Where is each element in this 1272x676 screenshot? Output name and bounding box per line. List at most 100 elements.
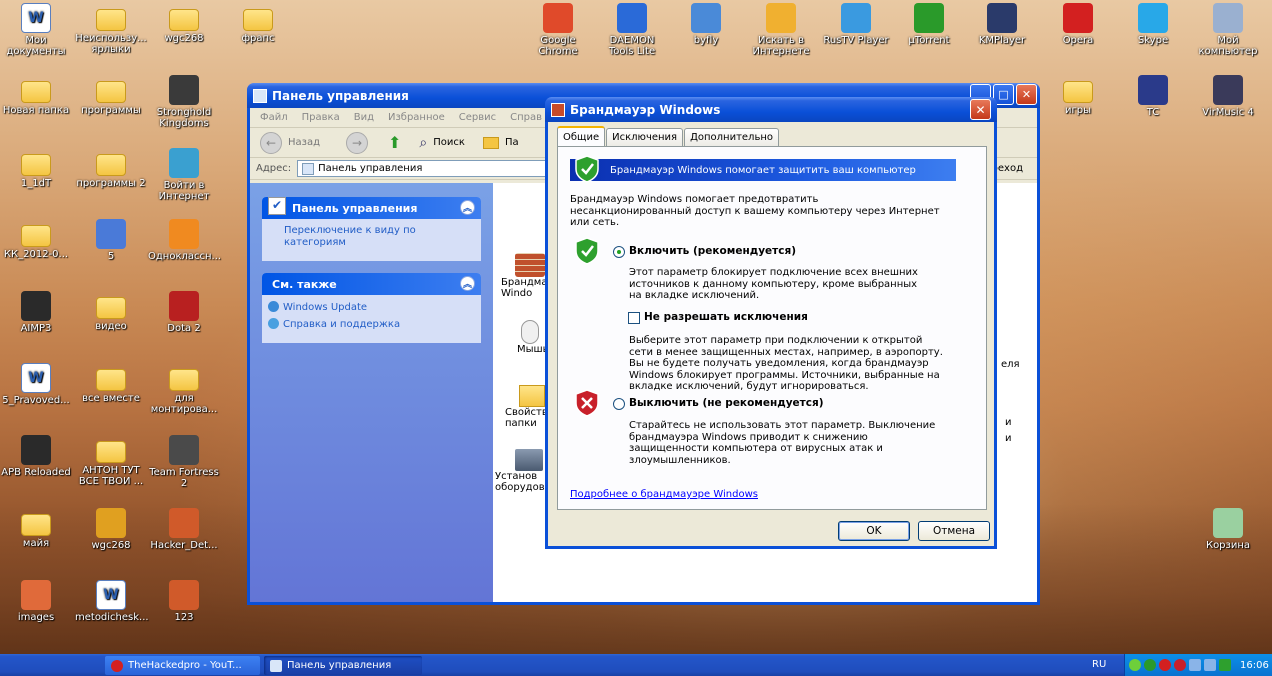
- menu-help[interactable]: Справ: [510, 112, 542, 123]
- desktop-icon[interactable]: видео: [75, 291, 147, 332]
- desktop-icon[interactable]: 1_1dT: [0, 148, 72, 189]
- no-exceptions-checkbox[interactable]: [628, 312, 640, 324]
- desktop-icon[interactable]: APB Reloaded: [0, 435, 72, 478]
- desktop-icon[interactable]: KMPlayer: [966, 3, 1038, 46]
- menu-favorites[interactable]: Избранное: [388, 112, 445, 123]
- cp-item-fragment[interactable]: еля: [1001, 359, 1020, 370]
- desktop-icon[interactable]: TC: [1117, 75, 1189, 118]
- security-tray-icon[interactable]: [1219, 659, 1231, 671]
- cp-item-fragment[interactable]: и: [1005, 433, 1012, 444]
- back-label[interactable]: Назад: [288, 137, 320, 148]
- desktop-icon[interactable]: игры: [1042, 75, 1114, 116]
- forward-arrow-icon[interactable]: →: [346, 131, 369, 154]
- desktop-icon[interactable]: все вместе: [75, 363, 147, 404]
- desktop-icon[interactable]: Новая папка: [0, 75, 72, 116]
- desktop-icon[interactable]: wgc268: [148, 3, 220, 44]
- menu-file[interactable]: Файл: [260, 112, 288, 123]
- language-indicator[interactable]: RU: [1092, 659, 1106, 670]
- opera-tray-icon[interactable]: [1159, 659, 1171, 671]
- desktop-icon[interactable]: Google Chrome: [522, 3, 594, 57]
- desktop-icon[interactable]: VirMusic 4: [1192, 75, 1264, 118]
- switch-view-link[interactable]: Переключение к виду по категориям: [284, 225, 471, 249]
- desktop-icon[interactable]: программы: [75, 75, 147, 116]
- ok-button[interactable]: OK: [838, 521, 910, 541]
- desktop-icon[interactable]: 123: [148, 580, 220, 623]
- close-button[interactable]: ✕: [1016, 84, 1037, 105]
- desktop-icon-label: Dota 2: [167, 323, 201, 334]
- desktop-icon[interactable]: Skype: [1117, 3, 1189, 46]
- radio-on-label[interactable]: Включить (рекомендуется): [629, 245, 796, 257]
- desktop-icon[interactable]: µTorrent: [893, 3, 965, 46]
- control-panel-icon: [270, 659, 282, 672]
- see-also-header[interactable]: См. также ︽: [262, 273, 481, 295]
- desktop-icon-label: программы: [81, 105, 141, 116]
- radio-on[interactable]: [613, 246, 625, 258]
- cp-item-add-hardware[interactable]: Установ оборудова: [495, 449, 551, 493]
- record-tray-icon[interactable]: [1174, 659, 1186, 671]
- desktop-icon[interactable]: Wmetodichesk...: [75, 580, 149, 623]
- desktop-icon[interactable]: Корзина: [1192, 508, 1264, 551]
- desktop-icon[interactable]: Неиспользу... ярлыки: [75, 3, 147, 55]
- desktop-icon[interactable]: Искать в Интернете: [745, 3, 817, 57]
- desktop-icon[interactable]: АНТОН ТУТ ВСЕ ТВОИ ...: [75, 435, 147, 487]
- network-tray-icon[interactable]: [1189, 659, 1201, 671]
- desktop-icon[interactable]: для монтирова...: [148, 363, 220, 415]
- desktop-icon[interactable]: Мой компьютер: [1192, 3, 1264, 57]
- folders-icon[interactable]: [482, 136, 499, 149]
- cp-item-fragment[interactable]: и: [1005, 417, 1012, 428]
- clock[interactable]: 16:06: [1240, 660, 1269, 671]
- cp-item-folder-options[interactable]: Свойства папки: [505, 385, 554, 429]
- desktop-icon[interactable]: wgc268: [75, 508, 147, 551]
- help-support-link[interactable]: Справка и поддержка: [268, 318, 471, 331]
- tab-general[interactable]: Общие: [557, 126, 606, 146]
- dialog-close-button[interactable]: ✕: [970, 99, 991, 120]
- desktop-icon[interactable]: фрапс: [222, 3, 294, 44]
- desktop-icon[interactable]: images: [0, 580, 72, 623]
- menu-view[interactable]: Вид: [354, 112, 374, 123]
- collapse-chevron-icon[interactable]: ︽: [460, 200, 475, 215]
- menu-tools[interactable]: Сервис: [459, 112, 496, 123]
- desktop-icon[interactable]: Hacker_Det...: [148, 508, 220, 551]
- desktop-icon[interactable]: Opera: [1042, 3, 1114, 46]
- desktop-icon[interactable]: КК_2012-0...: [0, 219, 72, 260]
- side-box-header[interactable]: ✔ Панель управления ︽: [262, 197, 481, 219]
- desktop-icon[interactable]: Stronghold Kingdoms: [148, 75, 220, 129]
- folders-label[interactable]: Па: [505, 137, 519, 148]
- desktop-icon-label: программы 2: [76, 178, 146, 189]
- tab-exceptions[interactable]: Исключения: [606, 128, 684, 146]
- skype-tray-icon[interactable]: [1129, 659, 1141, 671]
- desktop-icon[interactable]: майя: [0, 508, 72, 549]
- up-folder-icon[interactable]: ⬆: [388, 133, 401, 152]
- desktop-icon[interactable]: AIMP3: [0, 291, 72, 334]
- utorrent-tray-icon[interactable]: [1144, 659, 1156, 671]
- cancel-button[interactable]: Отмена: [918, 521, 990, 541]
- menu-edit[interactable]: Правка: [302, 112, 340, 123]
- tab-advanced[interactable]: Дополнительно: [684, 128, 779, 146]
- back-arrow-icon[interactable]: ←: [260, 131, 282, 154]
- radio-off[interactable]: [613, 398, 625, 410]
- desktop-icon[interactable]: W Мои документы: [0, 3, 72, 57]
- search-label[interactable]: Поиск: [433, 137, 465, 148]
- desktop-icon[interactable]: 5: [75, 219, 147, 262]
- desktop-icon[interactable]: RusTV Player: [820, 3, 892, 46]
- folder-icon: [96, 441, 126, 463]
- cp-item-firewall[interactable]: Брандма Windo: [501, 253, 547, 299]
- no-exceptions-label[interactable]: Не разрешать исключения: [644, 311, 808, 323]
- task-control-panel[interactable]: Панель управления: [264, 656, 422, 675]
- windows-update-link[interactable]: Windows Update: [268, 301, 471, 314]
- firewall-titlebar[interactable]: Брандмауэр Windows: [545, 97, 997, 122]
- desktop-icon[interactable]: программы 2: [75, 148, 147, 189]
- task-browser[interactable]: TheHackedpro - YouT...: [105, 656, 260, 675]
- desktop-icon[interactable]: byfly: [670, 3, 742, 46]
- more-info-link[interactable]: Подробнее о брандмауэре Windows: [570, 489, 758, 500]
- desktop-icon[interactable]: W 5_Pravoved...: [0, 363, 72, 406]
- network-tray-icon[interactable]: [1204, 659, 1216, 671]
- desktop-icon[interactable]: Войти в Интернет: [148, 148, 220, 202]
- search-icon[interactable]: ⌕: [419, 135, 427, 151]
- desktop-icon[interactable]: Одноклассн...: [148, 219, 221, 262]
- radio-off-label[interactable]: Выключить (не рекомендуется): [629, 397, 824, 409]
- desktop-icon[interactable]: DAEMON Tools Lite: [596, 3, 668, 57]
- collapse-chevron-icon[interactable]: ︽: [460, 276, 475, 291]
- desktop-icon[interactable]: Team Fortress 2: [148, 435, 220, 489]
- desktop-icon[interactable]: Dota 2: [148, 291, 220, 334]
